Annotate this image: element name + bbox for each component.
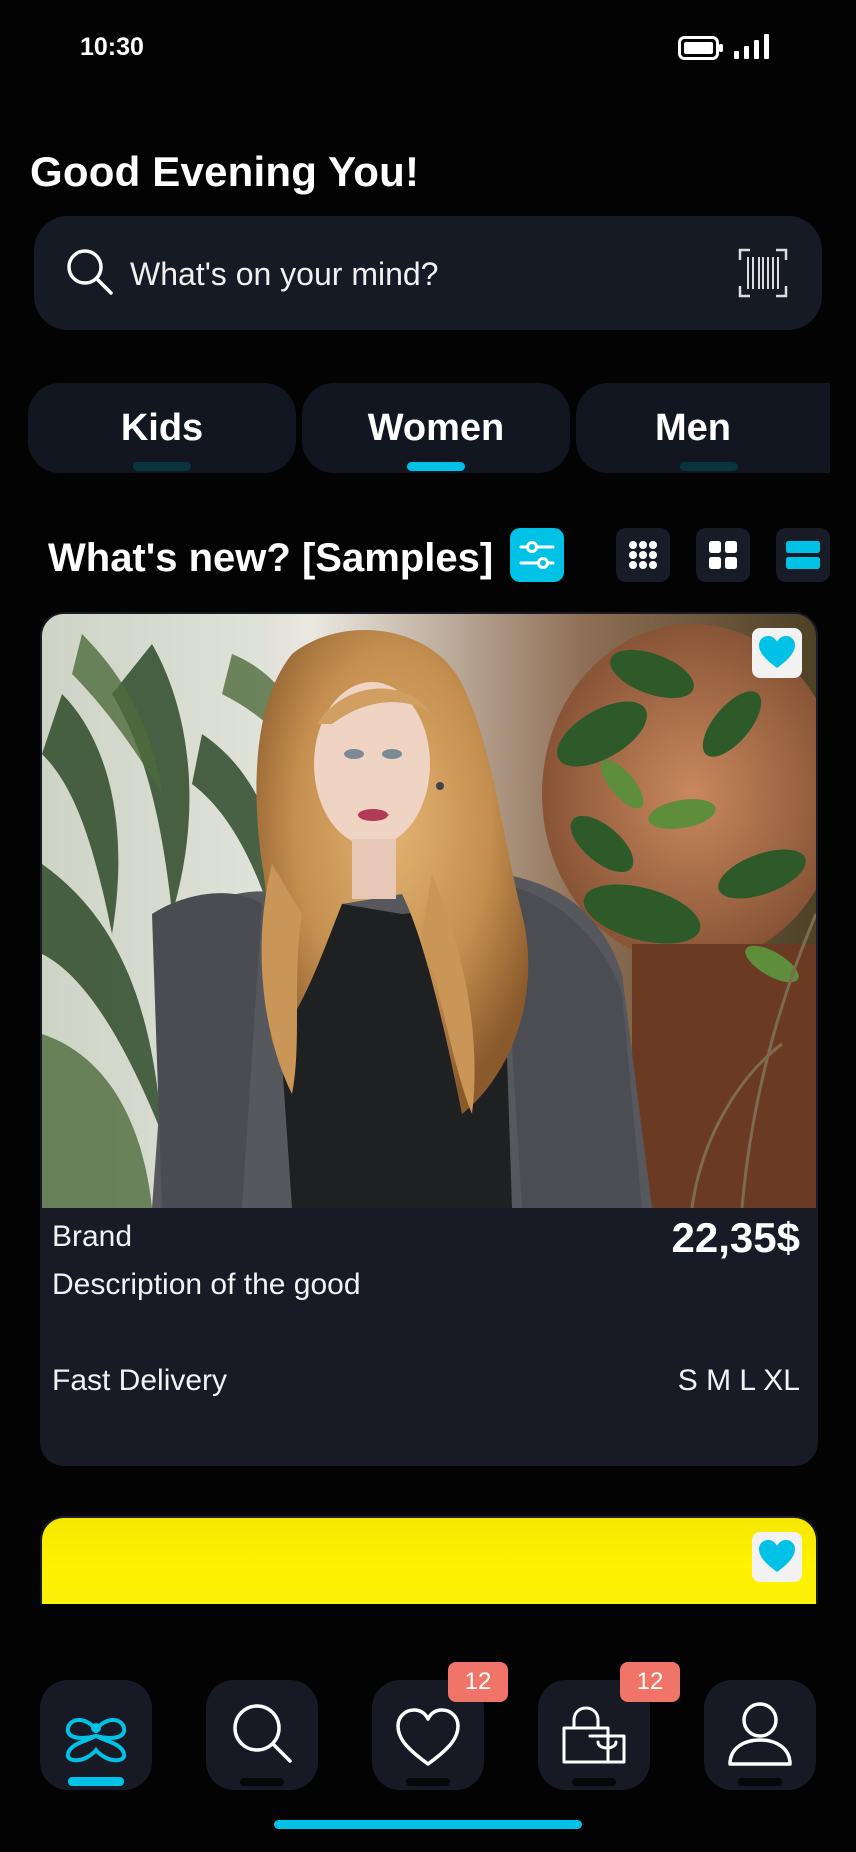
product-sizes: S M L XL <box>677 1364 800 1397</box>
product-card[interactable] <box>40 1516 818 1604</box>
barcode-icon[interactable] <box>738 248 788 298</box>
filter-icon <box>519 541 555 569</box>
delivery-info: Fast Delivery <box>52 1364 228 1397</box>
battery-icon <box>678 36 723 60</box>
nav-indicator <box>406 1778 450 1786</box>
signal-icon <box>734 34 769 59</box>
nav-search[interactable] <box>206 1680 318 1790</box>
favorite-button[interactable] <box>752 1532 802 1582</box>
list-view-icon <box>786 541 820 569</box>
grid-3x3-button[interactable] <box>616 528 670 582</box>
list-view-button[interactable] <box>776 528 830 582</box>
product-photo <box>42 614 816 1208</box>
nav-indicator <box>572 1778 616 1786</box>
nav-indicator <box>240 1778 284 1786</box>
product-price: 22,35$ <box>671 1214 800 1261</box>
product-card[interactable] <box>40 612 818 1466</box>
tab-kids[interactable]: Kids <box>28 383 296 473</box>
section-title: What's new? [Samples] <box>48 536 494 580</box>
tab-label: Men <box>655 407 731 449</box>
search-icon <box>67 249 113 295</box>
grid-2x2-icon <box>709 541 737 569</box>
status-time: 10:30 <box>80 33 144 61</box>
home-indicator[interactable] <box>274 1820 582 1829</box>
home-logo-icon <box>65 1718 127 1763</box>
cart-badge: 12 <box>620 1662 680 1702</box>
tab-label: Women <box>367 407 505 449</box>
tab-men[interactable]: Men <box>576 383 830 473</box>
nav-active-indicator <box>68 1777 124 1786</box>
profile-icon <box>728 1702 792 1766</box>
heart-filled-icon <box>759 636 795 668</box>
status-bar: 10:30 <box>0 0 856 96</box>
grid-3x3-icon <box>629 541 657 569</box>
tab-indicator <box>133 462 191 471</box>
favorite-button[interactable] <box>752 628 802 678</box>
product-photo-illustration <box>42 614 816 1208</box>
heart-filled-icon <box>759 1540 795 1572</box>
tab-indicator <box>680 462 738 471</box>
tab-women[interactable]: Women <box>302 383 570 473</box>
grid-2x2-button[interactable] <box>696 528 750 582</box>
product-photo <box>42 1518 816 1604</box>
nav-home[interactable] <box>40 1680 152 1790</box>
tab-indicator-active <box>407 462 465 471</box>
search-icon <box>233 1704 292 1763</box>
filter-button[interactable] <box>510 528 564 582</box>
product-brand: Brand <box>52 1220 133 1253</box>
greeting-title: Good Evening You! <box>30 148 420 195</box>
nav-profile[interactable] <box>704 1680 816 1790</box>
favorites-badge: 12 <box>448 1662 508 1702</box>
product-description: Description of the good <box>52 1268 361 1301</box>
search-input[interactable] <box>130 250 690 298</box>
tab-label: Kids <box>120 407 204 449</box>
nav-indicator <box>738 1778 782 1786</box>
